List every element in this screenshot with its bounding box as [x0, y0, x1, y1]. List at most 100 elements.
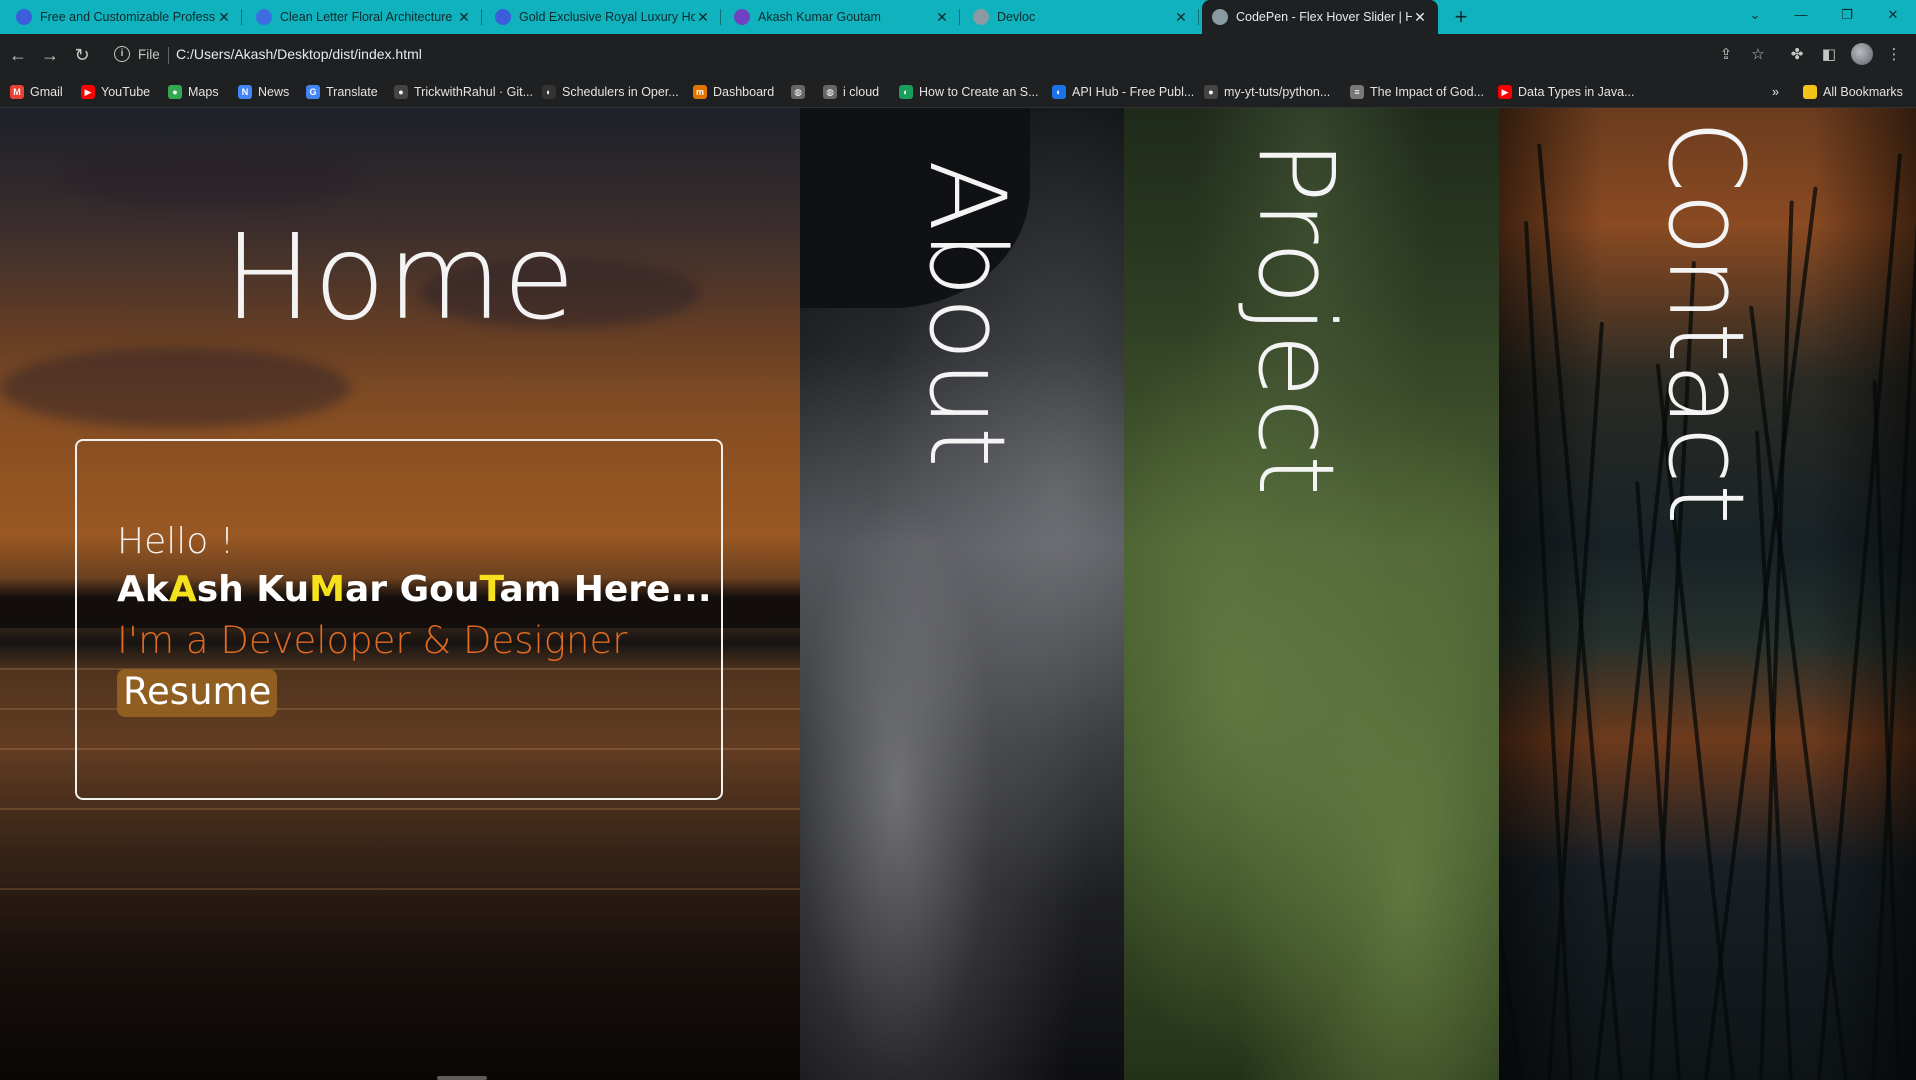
about-panel[interactable]: About [800, 108, 1124, 1080]
tab-label: CodePen - Flex Hover Slider | HT [1236, 10, 1412, 24]
tab-separator [481, 9, 482, 25]
about-title: About [906, 160, 1028, 468]
name-highlight-letter: A [168, 569, 197, 610]
tab-close-icon[interactable]: ✕ [216, 9, 232, 26]
role-text: I'm a Developer & Designer [117, 619, 628, 662]
translate-icon: G [306, 85, 320, 99]
name-highlight-letter: T [479, 569, 500, 610]
browser-tab[interactable]: Clean Letter Floral Architecture ✕ [246, 0, 482, 34]
address-divider [168, 47, 169, 64]
forward-arrow-icon[interactable]: → [38, 43, 62, 67]
resume-button[interactable]: Resume [117, 669, 278, 717]
bookmark-item[interactable]: M Gmail [10, 83, 63, 101]
water-ripple [0, 888, 800, 890]
bookmark-item[interactable]: m Dashboard [693, 83, 774, 101]
all-bookmarks-button[interactable]: All Bookmarks [1803, 83, 1903, 101]
globe-icon [1212, 9, 1228, 25]
canva-icon [16, 9, 32, 25]
bookmark-item[interactable]: ◍ [791, 83, 811, 101]
bookmark-label: i cloud [843, 85, 880, 99]
bookmark-item[interactable]: ▶ YouTube [81, 83, 150, 101]
close-window-button[interactable]: ✕ [1870, 0, 1916, 30]
browser-tab[interactable]: Akash Kumar Goutam ✕ [724, 0, 960, 34]
profile-avatar[interactable] [1851, 43, 1873, 65]
bookmark-item[interactable]: ● TrickwithRahul · Git... [394, 83, 533, 101]
site-info-icon[interactable]: i [114, 46, 130, 62]
tab-close-icon[interactable]: ✕ [695, 9, 711, 26]
tab-search-chevron-icon[interactable]: ⌄ [1732, 0, 1778, 30]
bookmark-item[interactable]: ● Maps [168, 83, 219, 101]
minimize-button[interactable]: — [1778, 0, 1824, 30]
bookmark-icon: ◐ [899, 85, 913, 99]
tab-separator [959, 9, 960, 25]
greeting-text: Hello ! [117, 521, 235, 562]
bookmarks-overflow-button[interactable]: » [1772, 83, 1779, 101]
tab-separator [720, 9, 721, 25]
bookmark-label: Translate [326, 85, 378, 99]
home-title: Home [223, 208, 577, 346]
bookmark-item[interactable]: ≡ The Impact of God... [1350, 83, 1484, 101]
tab-close-icon[interactable]: ✕ [1173, 9, 1189, 26]
bookmark-star-icon[interactable]: ☆ [1746, 43, 1770, 67]
water-ripple [0, 808, 800, 810]
bookmark-item[interactable]: ◐ API Hub - Free Publ... [1052, 83, 1194, 101]
grass-blade [1635, 481, 1681, 1080]
address-url[interactable]: C:/Users/Akash/Desktop/dist/index.html [176, 46, 422, 62]
side-panel-icon[interactable]: ◧ [1817, 43, 1841, 67]
tab-close-icon[interactable]: ✕ [934, 9, 950, 26]
tab-label: Akash Kumar Goutam [758, 10, 881, 24]
tab-close-icon[interactable]: ✕ [1412, 9, 1428, 26]
browser-tab[interactable]: CodePen - Flex Hover Slider | HT ✕ [1202, 0, 1438, 34]
tab-label: Devloc [997, 10, 1036, 24]
cloud-shape [60, 148, 360, 208]
all-bookmarks-label: All Bookmarks [1823, 85, 1903, 99]
project-panel[interactable]: Project [1124, 108, 1499, 1080]
bookmark-label: News [258, 85, 290, 99]
bookmark-item[interactable]: ◐ How to Create an S... [899, 83, 1039, 101]
bootstrap-icon [734, 9, 750, 25]
bookmark-item[interactable]: ▶ Data Types in Java... [1498, 83, 1635, 101]
home-panel[interactable]: Home Hello ! AkAsh KuMar GouTam Here... … [0, 108, 800, 1080]
bookmark-label: Schedulers in Oper... [562, 85, 679, 99]
overflow-chevron-icon: » [1772, 85, 1779, 99]
bookmark-item[interactable]: ◍ i cloud [823, 83, 879, 101]
bookmark-label: API Hub - Free Publ... [1072, 85, 1195, 99]
address-scheme-label: File [138, 47, 160, 62]
new-tab-button[interactable]: + [1448, 4, 1474, 30]
back-arrow-icon[interactable]: ← [6, 43, 30, 67]
name-text-segment: ar Gou [345, 569, 480, 610]
bookmark-label: Maps [188, 85, 219, 99]
bookmark-icon: ◐ [542, 85, 556, 99]
tab-close-icon[interactable]: ✕ [456, 9, 472, 26]
tab-separator [1198, 9, 1199, 25]
bookmark-item[interactable]: ◐ Schedulers in Oper... [542, 83, 679, 101]
browser-menu-icon[interactable]: ⋮ [1882, 43, 1906, 67]
gmail-icon: M [10, 85, 24, 99]
browser-tab[interactable]: Gold Exclusive Royal Luxury Hot ✕ [485, 0, 721, 34]
browser-tab[interactable]: Devloc ✕ [963, 0, 1199, 34]
globe-icon [973, 9, 989, 25]
browser-tab[interactable]: Free and Customizable Professio ✕ [6, 0, 242, 34]
reload-icon[interactable]: ↻ [70, 43, 94, 67]
grass-blade [1547, 321, 1605, 1080]
contact-panel[interactable]: Contact [1499, 108, 1916, 1080]
name-text-segment: sh Ku [196, 569, 310, 610]
bookmark-item[interactable]: N News [238, 83, 289, 101]
share-icon[interactable]: ⇪ [1714, 43, 1738, 67]
github-icon: ● [394, 85, 408, 99]
scroll-indicator [437, 1076, 487, 1080]
dashboard-icon: m [693, 85, 707, 99]
name-text-segment: Ak [117, 569, 169, 610]
name-text-segment: am Here... [499, 569, 712, 610]
contact-title: Contact [1645, 120, 1767, 525]
extensions-puzzle-icon[interactable]: ✤ [1785, 43, 1809, 67]
canva-icon [495, 9, 511, 25]
globe-icon: ◍ [823, 85, 837, 99]
bookmark-item[interactable]: G Translate [306, 83, 378, 101]
address-bar[interactable]: i File C:/Users/Akash/Desktop/dist/index… [106, 39, 1786, 71]
restore-button[interactable]: ❐ [1824, 0, 1870, 30]
bookmark-label: YouTube [101, 85, 151, 99]
bookmark-item[interactable]: ● my-yt-tuts/python... [1204, 83, 1330, 101]
intro-card: Hello ! AkAsh KuMar GouTam Here... I'm a… [75, 439, 723, 800]
name-heading: AkAsh KuMar GouTam Here... [117, 569, 712, 610]
